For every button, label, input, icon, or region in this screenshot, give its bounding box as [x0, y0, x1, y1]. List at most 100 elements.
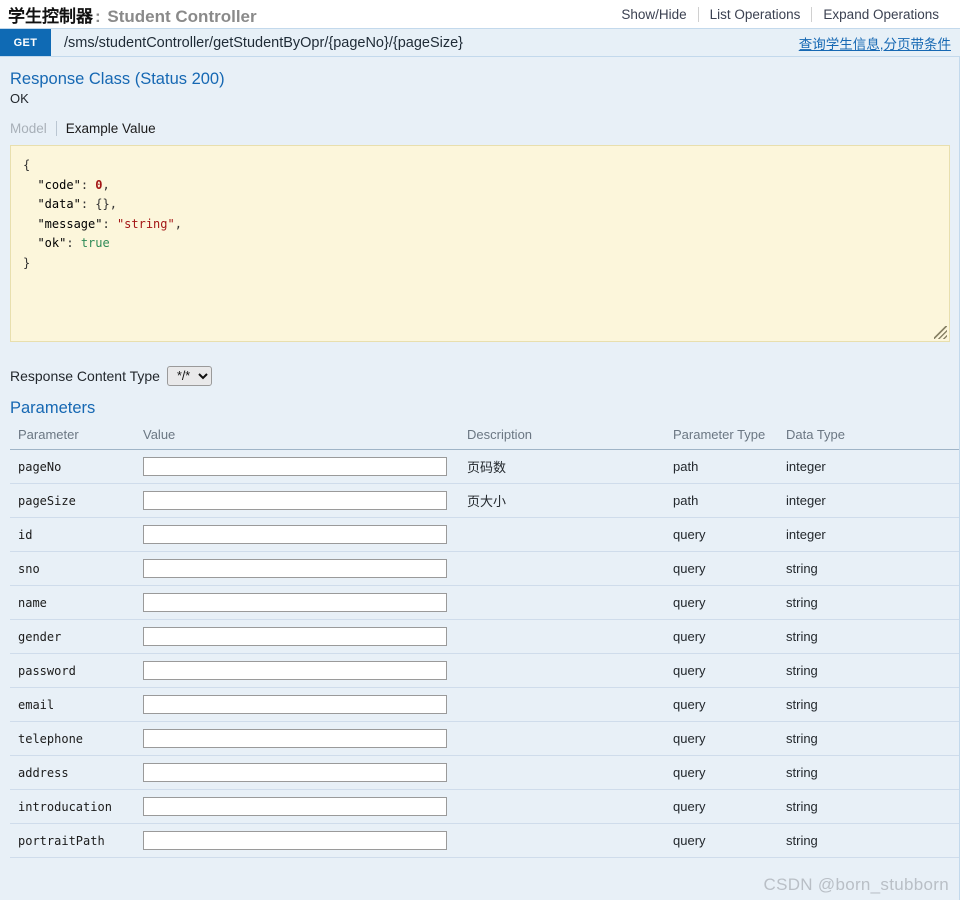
response-content-type-select[interactable]: */*	[166, 366, 212, 386]
cell-parameter-name: pageNo	[10, 449, 135, 484]
parameter-input-password[interactable]	[143, 661, 447, 680]
resource-header: 学生控制器: Student Controller Show/Hide List…	[0, 0, 960, 28]
cell-parameter-description: 页码数	[459, 449, 665, 484]
cell-data-type: string	[778, 721, 959, 756]
parameter-type: path	[673, 493, 699, 508]
json-comma-3: ,	[174, 216, 182, 231]
data-type: string	[786, 731, 818, 746]
table-header-row: Parameter Value Description Parameter Ty…	[10, 423, 959, 450]
cell-parameter-value	[135, 517, 459, 552]
parameter-type: query	[673, 663, 706, 678]
cell-parameter-type: query	[665, 619, 778, 654]
cell-parameter-name: address	[10, 755, 135, 790]
table-row: sno query string	[10, 551, 959, 586]
cell-parameter-description	[459, 517, 665, 552]
expand-operations-link[interactable]: Expand Operations	[812, 7, 950, 22]
cell-data-type: string	[778, 823, 959, 858]
parameter-description: 页大小	[467, 494, 507, 509]
data-type: integer	[786, 493, 826, 508]
parameter-input-portraitPath[interactable]	[143, 831, 447, 850]
tab-example-value[interactable]: Example Value	[55, 121, 165, 136]
parameter-input-name[interactable]	[143, 593, 447, 612]
response-content-type-row: Response Content Type */*	[10, 366, 950, 386]
cell-parameter-value	[135, 823, 459, 858]
cell-data-type: string	[778, 755, 959, 790]
cell-data-type: string	[778, 789, 959, 824]
response-class-heading: Response Class (Status 200)	[10, 70, 225, 88]
parameter-input-pageSize[interactable]	[143, 491, 447, 510]
json-colon-2: :	[80, 197, 96, 212]
table-row: gender query string	[10, 619, 959, 654]
cell-parameter-name: portraitPath	[10, 823, 135, 858]
parameters-table-body: pageNo 页码数 path integer pageSize 页大小 path integ…	[10, 449, 959, 858]
parameter-type: path	[673, 459, 699, 474]
operation-path[interactable]: /sms/studentController/getStudentByOpr/{…	[51, 35, 463, 51]
resource-title-separator: :	[95, 6, 101, 26]
cell-parameter-value	[135, 619, 459, 654]
json-colon-1: :	[80, 177, 96, 192]
operation-summary-link[interactable]: 查询学生信息,分页带条件	[799, 33, 960, 53]
cell-parameter-value	[135, 653, 459, 688]
parameters-table: Parameter Value Description Parameter Ty…	[10, 423, 959, 858]
parameter-name: pageNo	[18, 460, 62, 474]
cell-parameter-description: 页大小	[459, 483, 665, 518]
example-value-box[interactable]: { "code": 0, "data": {}, "message": "str…	[10, 145, 950, 342]
cell-parameter-description	[459, 551, 665, 586]
table-row: id query integer	[10, 517, 959, 552]
cell-parameter-type: query	[665, 585, 778, 620]
cell-parameter-name: introducation	[10, 789, 135, 824]
table-row: name query string	[10, 585, 959, 620]
cell-parameter-type: path	[665, 449, 778, 484]
parameter-type: query	[673, 765, 706, 780]
operation-header[interactable]: GET /sms/studentController/getStudentByO…	[0, 28, 960, 57]
table-row: pageNo 页码数 path integer	[10, 449, 959, 484]
resource-title-en: Student Controller	[107, 6, 257, 26]
cell-parameter-name: gender	[10, 619, 135, 654]
cell-data-type: string	[778, 653, 959, 688]
cell-parameter-type: query	[665, 789, 778, 824]
parameter-type: query	[673, 629, 706, 644]
resource-title-cn: 学生控制器	[8, 6, 93, 26]
cell-parameter-name: sno	[10, 551, 135, 586]
cell-parameter-type: query	[665, 653, 778, 688]
cell-parameter-value	[135, 755, 459, 790]
parameter-description: 页码数	[467, 460, 507, 475]
parameter-type: query	[673, 561, 706, 576]
parameter-type: query	[673, 731, 706, 746]
parameter-name: password	[18, 664, 76, 678]
json-comma-1: ,	[102, 177, 110, 192]
parameter-input-sno[interactable]	[143, 559, 447, 578]
resize-handle-icon[interactable]	[934, 326, 947, 339]
cell-parameter-type: query	[665, 517, 778, 552]
parameter-input-gender[interactable]	[143, 627, 447, 646]
parameter-name: portraitPath	[18, 834, 105, 848]
cell-parameter-value	[135, 687, 459, 722]
cell-parameter-type: query	[665, 721, 778, 756]
parameter-name: address	[18, 766, 69, 780]
list-operations-link[interactable]: List Operations	[699, 7, 812, 22]
parameter-name: pageSize	[18, 494, 76, 508]
model-example-tabs: Model Example Value	[10, 121, 950, 136]
tab-model[interactable]: Model	[10, 121, 56, 136]
parameter-input-email[interactable]	[143, 695, 447, 714]
column-header-data-type: Data Type	[778, 423, 959, 450]
data-type: string	[786, 833, 818, 848]
parameter-name: sno	[18, 562, 40, 576]
table-row: introducation query string	[10, 789, 959, 824]
resource-options: Show/Hide List Operations Expand Operati…	[610, 6, 950, 22]
json-value-code: 0	[95, 177, 103, 192]
show-hide-link[interactable]: Show/Hide	[610, 7, 697, 22]
cell-parameter-description	[459, 721, 665, 756]
parameter-input-telephone[interactable]	[143, 729, 447, 748]
parameter-input-pageNo[interactable]	[143, 457, 447, 476]
parameter-input-id[interactable]	[143, 525, 447, 544]
parameter-type: query	[673, 527, 706, 542]
parameter-name: name	[18, 596, 47, 610]
data-type: string	[786, 799, 818, 814]
json-key-ok: "ok"	[37, 236, 67, 251]
parameter-input-address[interactable]	[143, 763, 447, 782]
parameter-type: query	[673, 799, 706, 814]
json-close-brace: }	[23, 255, 31, 270]
parameter-input-introducation[interactable]	[143, 797, 447, 816]
cell-parameter-type: query	[665, 823, 778, 858]
